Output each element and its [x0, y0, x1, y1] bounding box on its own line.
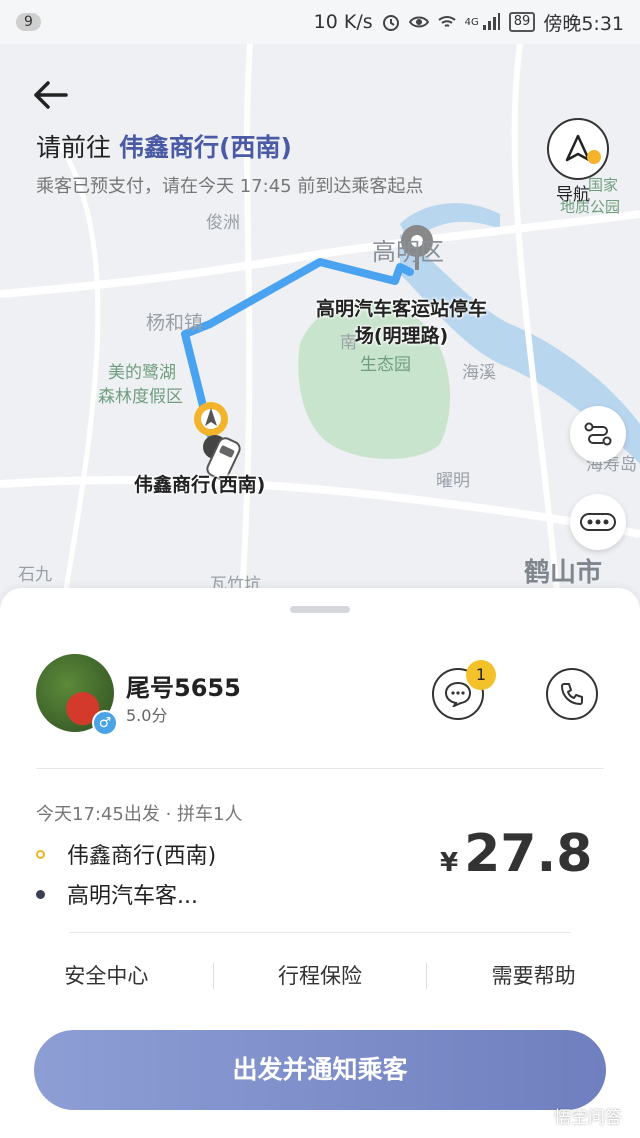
more-options-button[interactable] [570, 494, 626, 550]
map-label: 海溪 [462, 363, 496, 383]
clock: 傍晚5:31 [543, 12, 624, 35]
map-label: 森林度假区 [98, 387, 183, 407]
route-icon [584, 422, 612, 446]
map-label: 高明区 [372, 238, 444, 266]
phone-icon [561, 683, 583, 705]
chat-bubble-icon [444, 681, 472, 707]
divider [70, 932, 570, 933]
dropoff-label-line2: 场(明理路) [354, 325, 449, 347]
unread-message-badge: 1 [466, 660, 496, 690]
eye-icon [408, 16, 429, 28]
help-link[interactable]: 需要帮助 [427, 954, 640, 998]
price-value: 27.8 [464, 824, 593, 884]
map-label: 鹤山市 [524, 558, 603, 588]
map-label: 生态园 [360, 355, 411, 375]
navigation-indicator-dot [587, 150, 601, 164]
pickup-stop: 伟鑫商行(西南) [36, 838, 216, 870]
signal-icon [482, 13, 500, 30]
dropoff-dot [36, 889, 45, 899]
map-label: 美的鹭湖 [108, 363, 176, 383]
currency-symbol: ¥ [440, 848, 459, 878]
male-icon: ♂ [92, 710, 118, 736]
map-label: 石九 [18, 565, 52, 585]
dropoff-stop-label: 高明汽车客... [67, 884, 198, 909]
network-type-label: 4G [464, 16, 479, 28]
navigation-button[interactable] [547, 118, 609, 180]
pickup-stop-label: 伟鑫商行(西南) [67, 844, 217, 869]
trip-price: ¥ 27.8 [440, 824, 592, 884]
destination-heading: 请前往 伟鑫商行(西南) [36, 128, 292, 164]
divider [36, 768, 604, 769]
destination-subtitle: 乘客已预支付，请在今天 17:45 前到达乘客起点 [36, 176, 424, 197]
battery-level: 89 [508, 12, 536, 32]
footer-links: 安全中心 行程保险 需要帮助 [0, 954, 640, 998]
pickup-label: 伟鑫商行(西南) [134, 474, 266, 496]
trip-bottom-sheet: ♂ 尾号5655 5.0分 今天17:45出发 · 拼车1人 伟鑫商行(西南) … [0, 588, 640, 1138]
alarm-icon [382, 15, 399, 31]
map-label: 国家 [588, 176, 619, 194]
trip-insurance-link[interactable]: 行程保险 [214, 954, 427, 998]
back-arrow-icon[interactable] [30, 78, 70, 112]
dropoff-stop: 高明汽车客... [36, 878, 198, 910]
dropoff-label-line1: 高明汽车客运站停车 [316, 298, 488, 320]
route-preview-button[interactable] [570, 406, 626, 462]
depart-and-notify-button[interactable]: 出发并通知乘客 [34, 1030, 606, 1110]
call-button[interactable] [546, 668, 598, 720]
trip-departure-info: 今天17:45出发 · 拼车1人 [36, 804, 243, 825]
pickup-dot [36, 849, 45, 859]
sheet-drag-handle[interactable] [290, 606, 350, 613]
dropoff-label: 高明汽车客运站停车 场(明理路) [316, 296, 487, 350]
map-label: 曜明 [436, 471, 470, 491]
passenger-rating: 5.0分 [126, 706, 168, 725]
watermark: 悟空问答 [554, 1108, 622, 1128]
safety-center-link[interactable]: 安全中心 [0, 954, 213, 998]
passenger-name: 尾号5655 [126, 674, 241, 702]
status-bar: 9 10 K/s 4G 89 傍晚5:31 [0, 0, 640, 44]
destination-prefix: 请前往 [36, 133, 112, 162]
map-label: 俊洲 [206, 213, 240, 233]
map-label: 杨和镇 [146, 312, 204, 334]
status-right: 10 K/s 4G 89 傍晚5:31 [314, 9, 624, 36]
network-speed: 10 K/s [313, 11, 373, 33]
navigation-label: 导航 [556, 185, 590, 205]
wifi-icon [437, 16, 456, 27]
notification-count-badge: 9 [16, 13, 41, 31]
more-icon [580, 513, 616, 531]
destination-name: 伟鑫商行(西南) [119, 133, 292, 162]
